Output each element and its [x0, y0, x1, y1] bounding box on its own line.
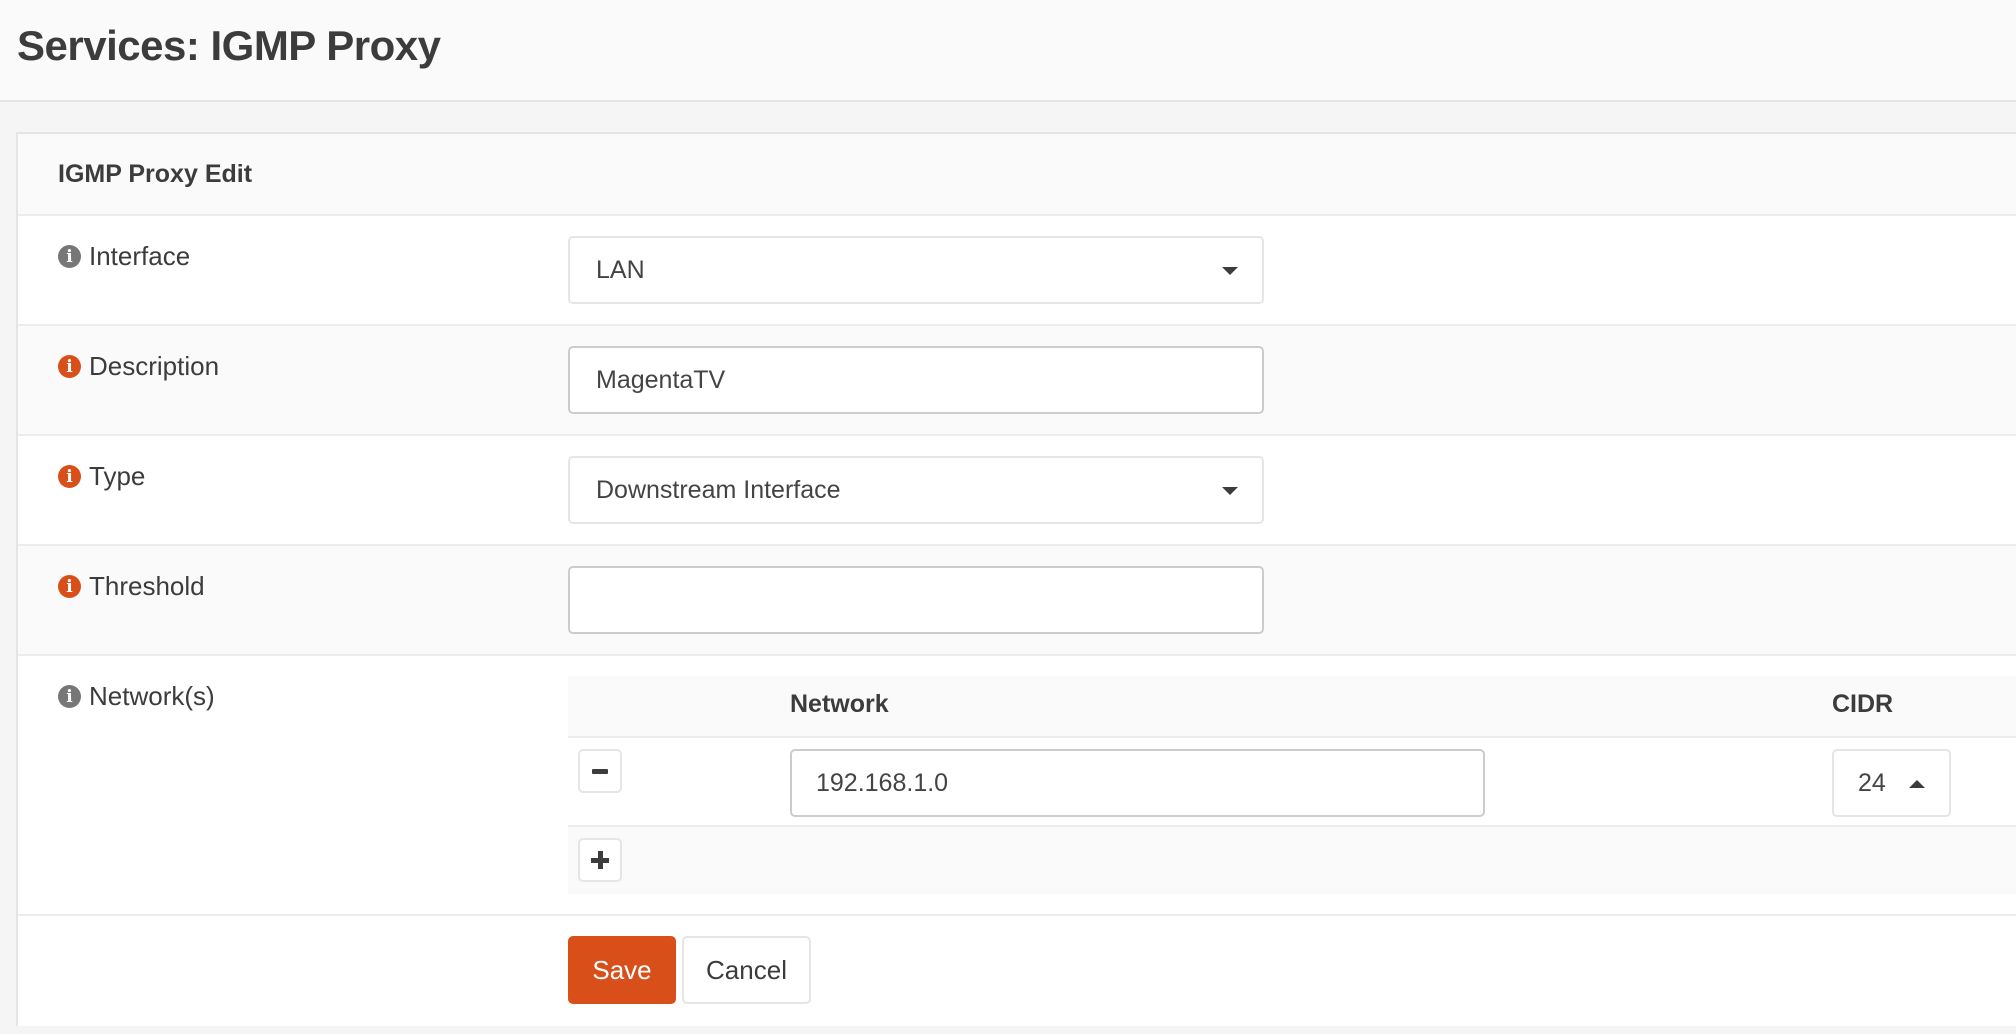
column-header-cidr: CIDR [1832, 690, 1894, 718]
add-row [568, 827, 2016, 894]
type-select[interactable]: Downstream Interface [568, 456, 1264, 524]
description-input-value: MagentaTV [596, 365, 726, 394]
threshold-label[interactable]: i Threshold [58, 571, 205, 602]
network-input-value: 192.168.1.0 [816, 768, 949, 797]
threshold-label-text: Threshold [89, 571, 205, 601]
networks-label-text: Network(s) [89, 681, 215, 711]
panel-heading: IGMP Proxy Edit [18, 134, 2016, 216]
networks-label[interactable]: i Network(s) [58, 681, 215, 712]
minus-icon [592, 768, 608, 774]
type-label-text: Type [89, 461, 146, 491]
plus-icon [591, 851, 609, 869]
networks-table: Network CIDR 192.168.1.0 24 [568, 676, 2016, 894]
cidr-select[interactable]: 24 [1832, 749, 1951, 817]
interface-label[interactable]: i Interface [58, 241, 190, 272]
networks-table-header: Network CIDR [568, 676, 2016, 738]
interface-select[interactable]: LAN [568, 236, 1264, 304]
interface-select-value: LAN [596, 255, 645, 284]
info-icon[interactable]: i [58, 465, 81, 488]
chevron-up-icon [1909, 780, 1925, 788]
form-row-threshold: i Threshold [18, 546, 2016, 656]
form-actions-row: Save Cancel [18, 916, 2016, 1026]
igmp-proxy-edit-panel: IGMP Proxy Edit i Interface LAN i Descri… [16, 132, 2016, 1026]
add-network-button[interactable] [578, 838, 622, 882]
panel-heading-title: IGMP Proxy Edit [58, 160, 253, 188]
remove-network-button[interactable] [578, 749, 622, 793]
form-row-interface: i Interface LAN [18, 216, 2016, 326]
column-header-network: Network [790, 690, 889, 718]
form-row-type: i Type Downstream Interface [18, 436, 2016, 546]
description-label[interactable]: i Description [58, 351, 219, 382]
network-input[interactable]: 192.168.1.0 [790, 749, 1485, 817]
description-label-text: Description [89, 351, 220, 381]
page-title: Services: IGMP Proxy [17, 22, 441, 69]
info-icon[interactable]: i [58, 685, 81, 708]
info-icon[interactable]: i [58, 245, 81, 268]
cancel-button[interactable]: Cancel [682, 936, 811, 1004]
form-row-networks: i Network(s) Network CIDR 192.168.1.0 24 [18, 656, 2016, 916]
form-row-description: i Description MagentaTV [18, 326, 2016, 436]
type-select-value: Downstream Interface [596, 475, 841, 504]
cidr-select-value: 24 [1858, 768, 1886, 797]
threshold-input[interactable] [568, 566, 1264, 634]
info-icon[interactable]: i [58, 355, 81, 378]
interface-label-text: Interface [89, 241, 191, 271]
save-button[interactable]: Save [568, 936, 676, 1004]
chevron-down-icon [1222, 487, 1238, 495]
info-icon[interactable]: i [58, 575, 81, 598]
table-row: 192.168.1.0 24 [568, 738, 2016, 827]
chevron-down-icon [1222, 267, 1238, 275]
page-header: Services: IGMP Proxy [0, 0, 2016, 102]
description-input[interactable]: MagentaTV [568, 346, 1264, 414]
type-label[interactable]: i Type [58, 461, 145, 492]
